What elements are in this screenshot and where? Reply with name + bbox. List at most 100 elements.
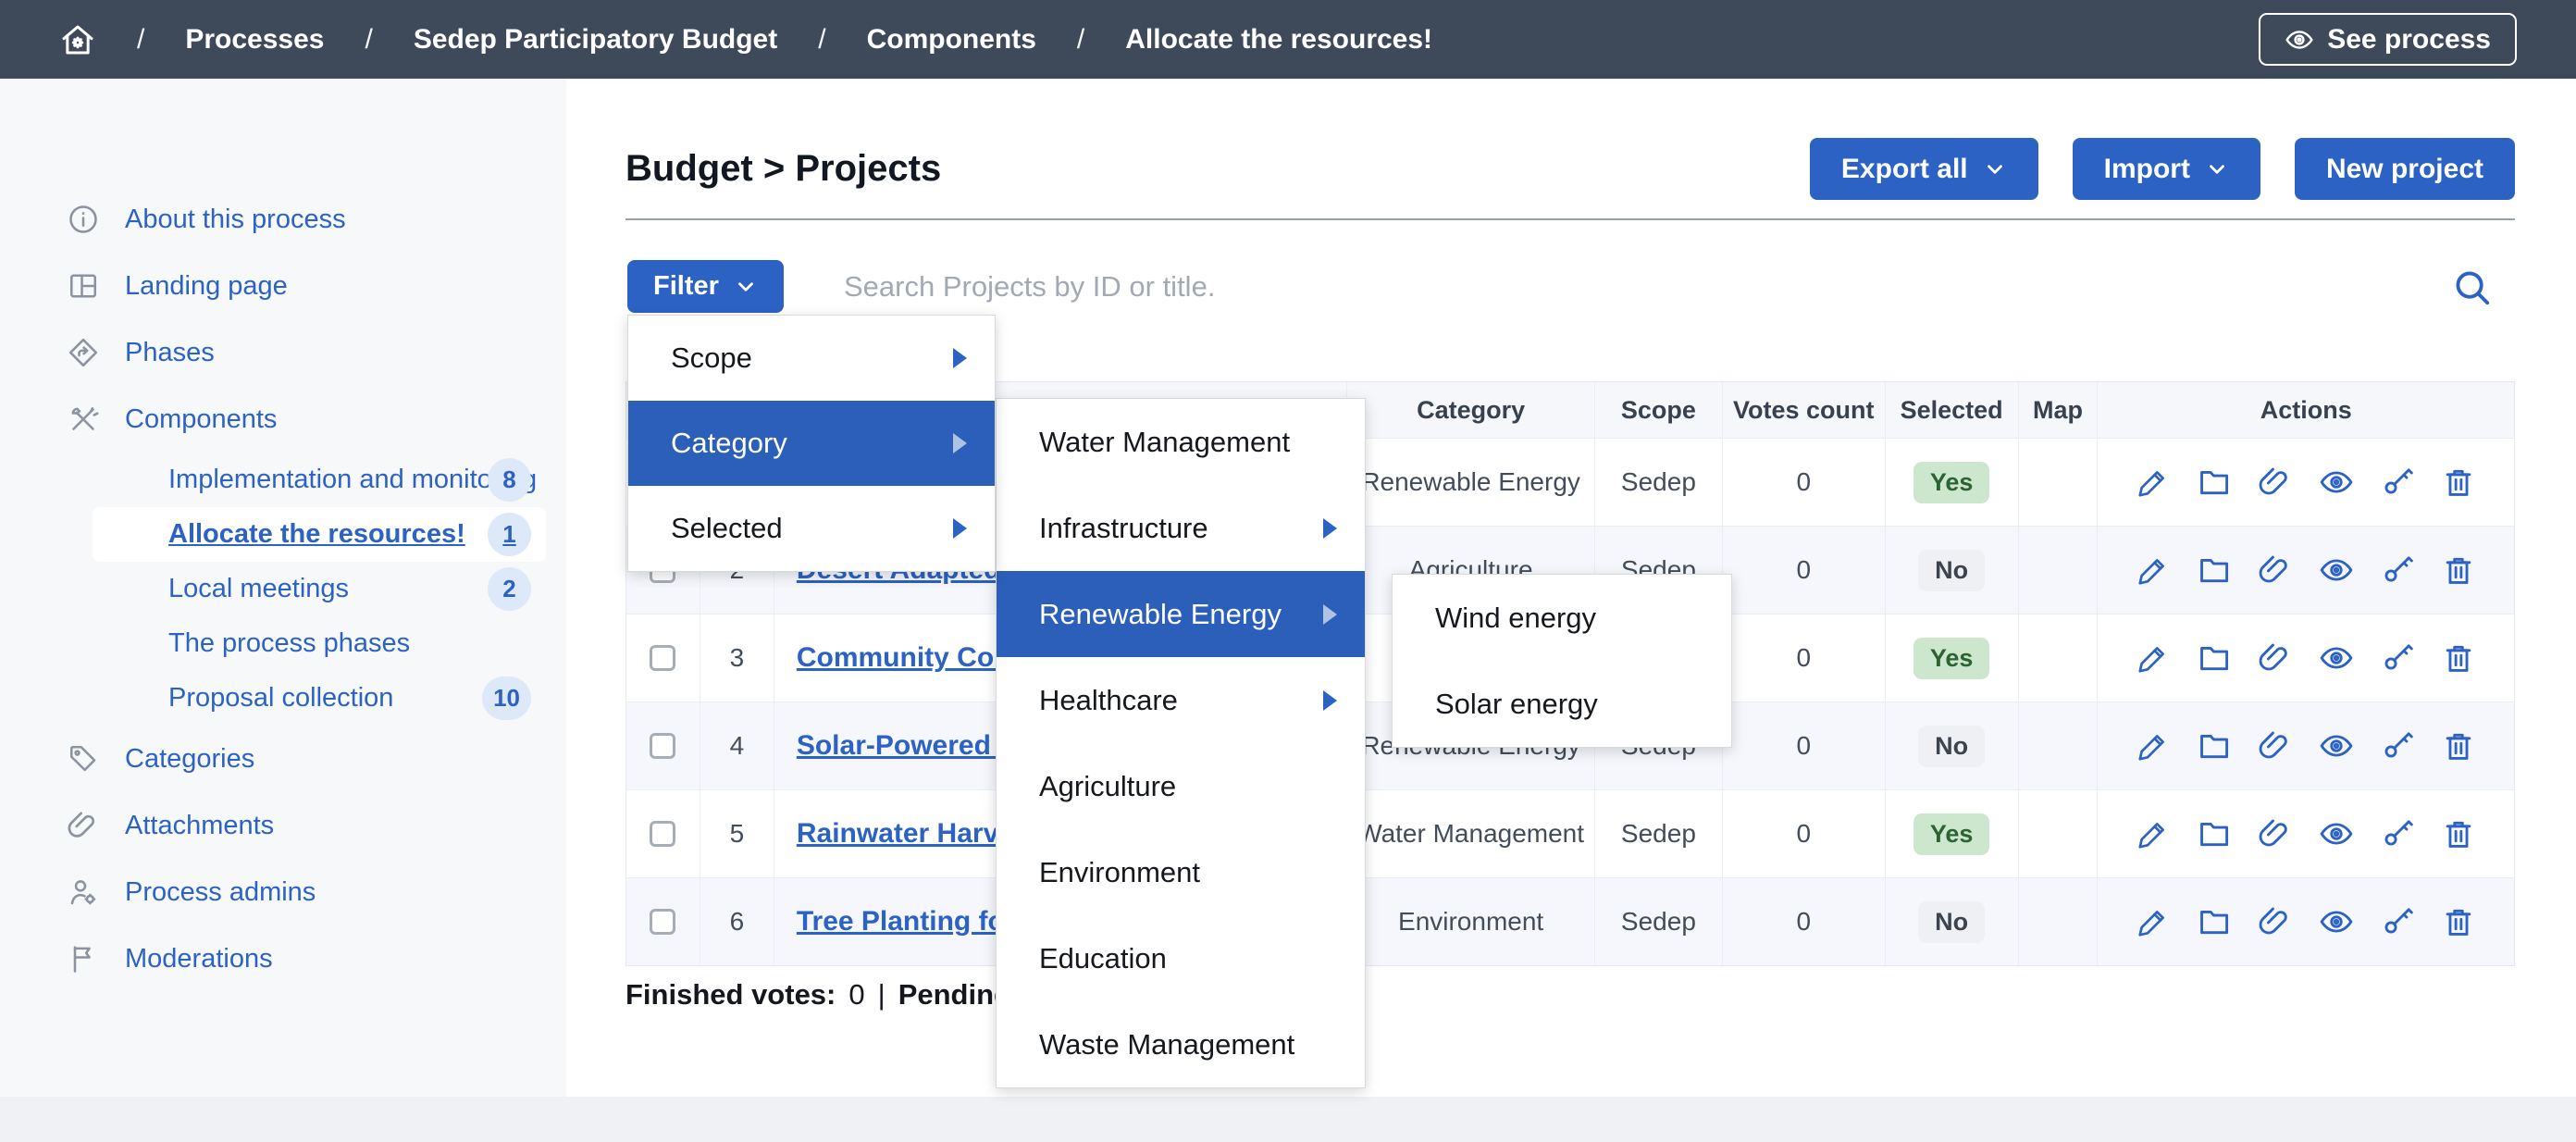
- new-project-button[interactable]: New project: [2295, 138, 2515, 200]
- menu-item-category[interactable]: Category: [628, 401, 995, 486]
- row-checkbox[interactable]: [650, 645, 675, 671]
- menu-item-water-management[interactable]: Water Management: [997, 399, 1365, 485]
- preview-eye-icon[interactable]: [2319, 465, 2354, 500]
- permissions-key-icon[interactable]: [2380, 640, 2415, 676]
- preview-eye-icon[interactable]: [2319, 640, 2354, 676]
- menu-item-label: Education: [1039, 942, 1167, 975]
- folder-icon[interactable]: [2197, 816, 2232, 851]
- sub-item-label: Implementation and monitoring: [168, 465, 537, 495]
- count-badge: 2: [488, 567, 531, 611]
- project-title-link[interactable]: Tree Planting fo: [797, 906, 1005, 937]
- folder-icon[interactable]: [2197, 552, 2232, 588]
- menu-item-healthcare[interactable]: Healthcare: [997, 657, 1365, 743]
- breadcrumb-process-name[interactable]: Sedep Participatory Budget: [414, 24, 777, 56]
- delete-trash-icon[interactable]: [2441, 640, 2476, 676]
- attachment-icon[interactable]: [2258, 552, 2293, 588]
- sidebar-item-process-admins[interactable]: Process admins: [0, 859, 566, 925]
- selected-badge: No: [1918, 901, 1985, 943]
- breadcrumb-processes[interactable]: Processes: [185, 24, 324, 56]
- edit-icon[interactable]: [2136, 904, 2171, 939]
- project-title-link[interactable]: Solar-Powered S: [797, 730, 1017, 762]
- menu-item-education[interactable]: Education: [997, 915, 1365, 1001]
- edit-icon[interactable]: [2136, 640, 2171, 676]
- menu-item-environment[interactable]: Environment: [997, 829, 1365, 915]
- import-label: Import: [2104, 154, 2190, 185]
- row-checkbox[interactable]: [650, 821, 675, 847]
- attachment-icon[interactable]: [2258, 465, 2293, 500]
- menu-item-infrastructure[interactable]: Infrastructure: [997, 485, 1365, 571]
- see-process-button[interactable]: See process: [2259, 13, 2517, 66]
- sidebar-item-about[interactable]: About this process: [0, 186, 566, 253]
- export-all-button[interactable]: Export all: [1810, 138, 2038, 200]
- preview-eye-icon[interactable]: [2319, 816, 2354, 851]
- delete-trash-icon[interactable]: [2441, 904, 2476, 939]
- filter-button[interactable]: Filter: [627, 260, 784, 313]
- edit-icon[interactable]: [2136, 728, 2171, 763]
- preview-eye-icon[interactable]: [2319, 904, 2354, 939]
- menu-item-wind-energy[interactable]: Wind energy: [1393, 575, 1731, 661]
- menu-item-selected[interactable]: Selected: [628, 486, 995, 571]
- votes-summary: Finished votes: 0 | Pending v: [625, 978, 1035, 1012]
- menu-item-renewable-energy[interactable]: Renewable Energy: [997, 571, 1365, 657]
- delete-trash-icon[interactable]: [2441, 465, 2476, 500]
- sidebar-item-implementation-monitoring[interactable]: Implementation and monitoring 8: [93, 453, 546, 507]
- import-button[interactable]: Import: [2073, 138, 2260, 200]
- edit-icon[interactable]: [2136, 465, 2171, 500]
- sidebar-item-label: Landing page: [125, 271, 288, 302]
- search-icon[interactable]: [2450, 266, 2493, 308]
- breadcrumb-separator: /: [365, 24, 372, 56]
- sidebar-item-components[interactable]: Components: [0, 386, 566, 453]
- menu-item-scope[interactable]: Scope: [628, 316, 995, 401]
- sidebar-item-categories[interactable]: Categories: [0, 726, 566, 792]
- permissions-key-icon[interactable]: [2380, 816, 2415, 851]
- row-actions: [2098, 465, 2514, 500]
- project-title-link[interactable]: Rainwater Harve: [797, 818, 1014, 850]
- sidebar-item-phases[interactable]: Phases: [0, 319, 566, 386]
- menu-item-agriculture[interactable]: Agriculture: [997, 743, 1365, 829]
- folder-icon[interactable]: [2197, 465, 2232, 500]
- attachment-icon[interactable]: [2258, 904, 2293, 939]
- delete-trash-icon[interactable]: [2441, 552, 2476, 588]
- delete-trash-icon[interactable]: [2441, 816, 2476, 851]
- sidebar-item-moderations[interactable]: Moderations: [0, 925, 566, 992]
- header-scope: Scope: [1595, 382, 1723, 438]
- permissions-key-icon[interactable]: [2380, 728, 2415, 763]
- search-input[interactable]: [844, 263, 2287, 311]
- header-votes-count: Votes count: [1723, 382, 1886, 438]
- delete-trash-icon[interactable]: [2441, 728, 2476, 763]
- row-checkbox[interactable]: [650, 733, 675, 759]
- home-icon[interactable]: [59, 21, 96, 58]
- edit-icon[interactable]: [2136, 552, 2171, 588]
- sidebar-item-proposal-collection[interactable]: Proposal collection 10: [93, 671, 546, 726]
- folder-icon[interactable]: [2197, 728, 2232, 763]
- menu-item-solar-energy[interactable]: Solar energy: [1393, 661, 1731, 747]
- attachment-icon[interactable]: [2258, 728, 2293, 763]
- sidebar-item-local-meetings[interactable]: Local meetings 2: [93, 562, 546, 616]
- breadcrumb-current[interactable]: Allocate the resources!: [1125, 24, 1432, 56]
- folder-icon[interactable]: [2197, 904, 2232, 939]
- attachment-icon[interactable]: [2258, 640, 2293, 676]
- sidebar-item-attachments[interactable]: Attachments: [0, 792, 566, 859]
- sidebar-item-allocate-resources[interactable]: Allocate the resources! 1: [93, 507, 546, 562]
- count-badge: 1: [488, 513, 531, 556]
- edit-icon[interactable]: [2136, 816, 2171, 851]
- row-checkbox[interactable]: [650, 909, 675, 935]
- sub-item-label: Allocate the resources!: [168, 519, 465, 550]
- preview-eye-icon[interactable]: [2319, 552, 2354, 588]
- project-title-link[interactable]: Community Con: [797, 642, 1011, 674]
- sidebar-item-landing-page[interactable]: Landing page: [0, 253, 566, 319]
- preview-eye-icon[interactable]: [2319, 728, 2354, 763]
- subcategory-flyout-menu: Wind energy Solar energy: [1392, 574, 1732, 748]
- breadcrumb-components[interactable]: Components: [867, 24, 1036, 56]
- menu-item-label: Infrastructure: [1039, 512, 1208, 545]
- folder-icon[interactable]: [2197, 640, 2232, 676]
- sidebar-item-label: Moderations: [125, 944, 273, 974]
- permissions-key-icon[interactable]: [2380, 552, 2415, 588]
- attachment-icon[interactable]: [2258, 816, 2293, 851]
- sidebar-item-process-phases[interactable]: The process phases: [93, 616, 546, 671]
- menu-item-waste-management[interactable]: Waste Management: [997, 1001, 1365, 1087]
- menu-item-label: Solar energy: [1435, 688, 1598, 721]
- permissions-key-icon[interactable]: [2380, 904, 2415, 939]
- project-votes: 0: [1723, 878, 1886, 965]
- permissions-key-icon[interactable]: [2380, 465, 2415, 500]
